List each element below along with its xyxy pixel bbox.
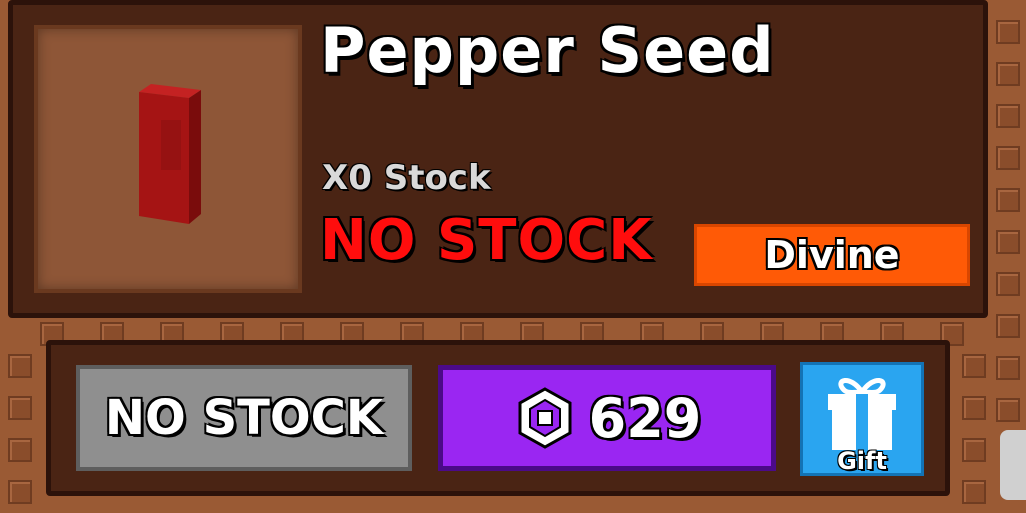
price-label: 629 <box>588 386 702 450</box>
no-stock-button-label: NO STOCK <box>104 390 384 446</box>
rarity-badge: Divine <box>694 224 970 286</box>
robux-icon <box>518 387 572 449</box>
pepper-seed-pack-icon <box>139 84 201 224</box>
item-image-frame <box>34 25 302 293</box>
gift-box-icon <box>828 378 896 450</box>
buy-with-robux-button[interactable]: 629 <box>438 365 776 471</box>
stock-status-label: NO STOCK <box>320 208 653 273</box>
gift-button[interactable]: Gift <box>800 362 924 476</box>
scroll-handle[interactable] <box>1000 430 1026 500</box>
item-title: Pepper Seed <box>320 14 775 87</box>
no-stock-button[interactable]: NO STOCK <box>76 365 412 471</box>
rarity-label: Divine <box>764 233 900 277</box>
stock-count: X0 Stock <box>322 158 491 198</box>
gift-label: Gift <box>837 447 887 475</box>
